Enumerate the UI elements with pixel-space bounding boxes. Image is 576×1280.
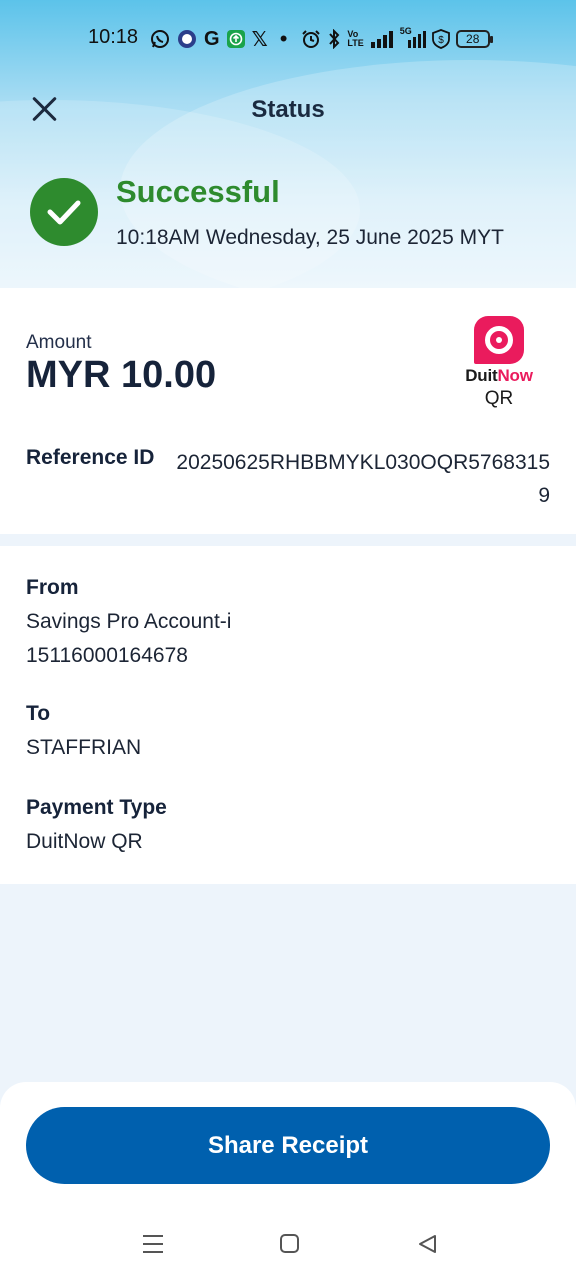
- recent-apps-icon[interactable]: [143, 1235, 163, 1253]
- battery-level: 28: [466, 32, 480, 46]
- svg-text:$: $: [438, 35, 444, 46]
- success-check-icon: [30, 178, 98, 246]
- share-receipt-button[interactable]: Share Receipt: [26, 1107, 550, 1184]
- network-type: 5G: [399, 26, 412, 36]
- volte-icon: Vo LTE: [347, 29, 364, 48]
- whatsapp-icon: [150, 28, 170, 50]
- dot-icon: •: [279, 26, 288, 51]
- g-icon: G: [204, 27, 220, 50]
- home-icon[interactable]: [280, 1234, 299, 1253]
- 5g-signal-icon: 5G: [399, 26, 426, 50]
- status-time: 10:18: [88, 26, 139, 48]
- page-title: Status: [251, 96, 325, 123]
- header-background: 10:18 G 𝕏 • Vo LTE 5G $ 28 Status Succes…: [0, 0, 576, 288]
- from-account-number: 15116000164678: [26, 644, 188, 667]
- amount-label: Amount: [26, 332, 92, 353]
- duitnow-qr-logo: DuitNow QR: [448, 316, 550, 410]
- lion-app-icon: [176, 28, 198, 50]
- system-navigation-bar: [0, 1222, 576, 1266]
- bottom-action-sheet: Share Receipt: [0, 1082, 576, 1280]
- to-value: STAFFRIAN: [26, 736, 142, 759]
- amount-value: MYR 10.00: [26, 354, 217, 396]
- x-icon: 𝕏: [251, 28, 268, 51]
- back-icon[interactable]: [416, 1233, 438, 1255]
- reference-id-value: 20250625RHBBMYKL030OQR57683159: [176, 451, 550, 507]
- alarm-icon: [301, 28, 321, 50]
- payment-type-label: Payment Type: [26, 796, 167, 819]
- from-account-name: Savings Pro Account-i: [26, 610, 232, 633]
- amount-card: Amount MYR 10.00 DuitNow QR Reference ID…: [0, 288, 576, 534]
- to-label: To: [26, 702, 51, 725]
- notification-icons: G 𝕏 • Vo LTE 5G $ 28: [150, 26, 493, 52]
- battery-icon: 28: [455, 30, 493, 48]
- payment-type-value: DuitNow QR: [26, 830, 143, 853]
- reference-id-label: Reference ID: [26, 446, 155, 469]
- result-title: Successful: [116, 174, 280, 209]
- details-card: From Savings Pro Account-i 1511600016467…: [0, 546, 576, 884]
- result-timestamp: 10:18AM Wednesday, 25 June 2025 MYT: [116, 226, 504, 249]
- duitnow-wordmark-duit: Duit: [465, 366, 498, 385]
- upload-icon: [226, 28, 246, 50]
- signal-icon: [370, 28, 394, 50]
- status-bar: 10:18 G 𝕏 • Vo LTE 5G $ 28: [0, 0, 576, 78]
- duitnow-wordmark: DuitNow: [448, 366, 550, 386]
- duitnow-wordmark-now: Now: [497, 366, 533, 385]
- bluetooth-icon: [327, 28, 341, 50]
- duitnow-icon: [474, 316, 524, 364]
- duitnow-qr-label: QR: [484, 388, 514, 409]
- vpn-shield-icon: $: [431, 28, 450, 50]
- from-label: From: [26, 576, 79, 599]
- page-header: Status: [0, 84, 576, 140]
